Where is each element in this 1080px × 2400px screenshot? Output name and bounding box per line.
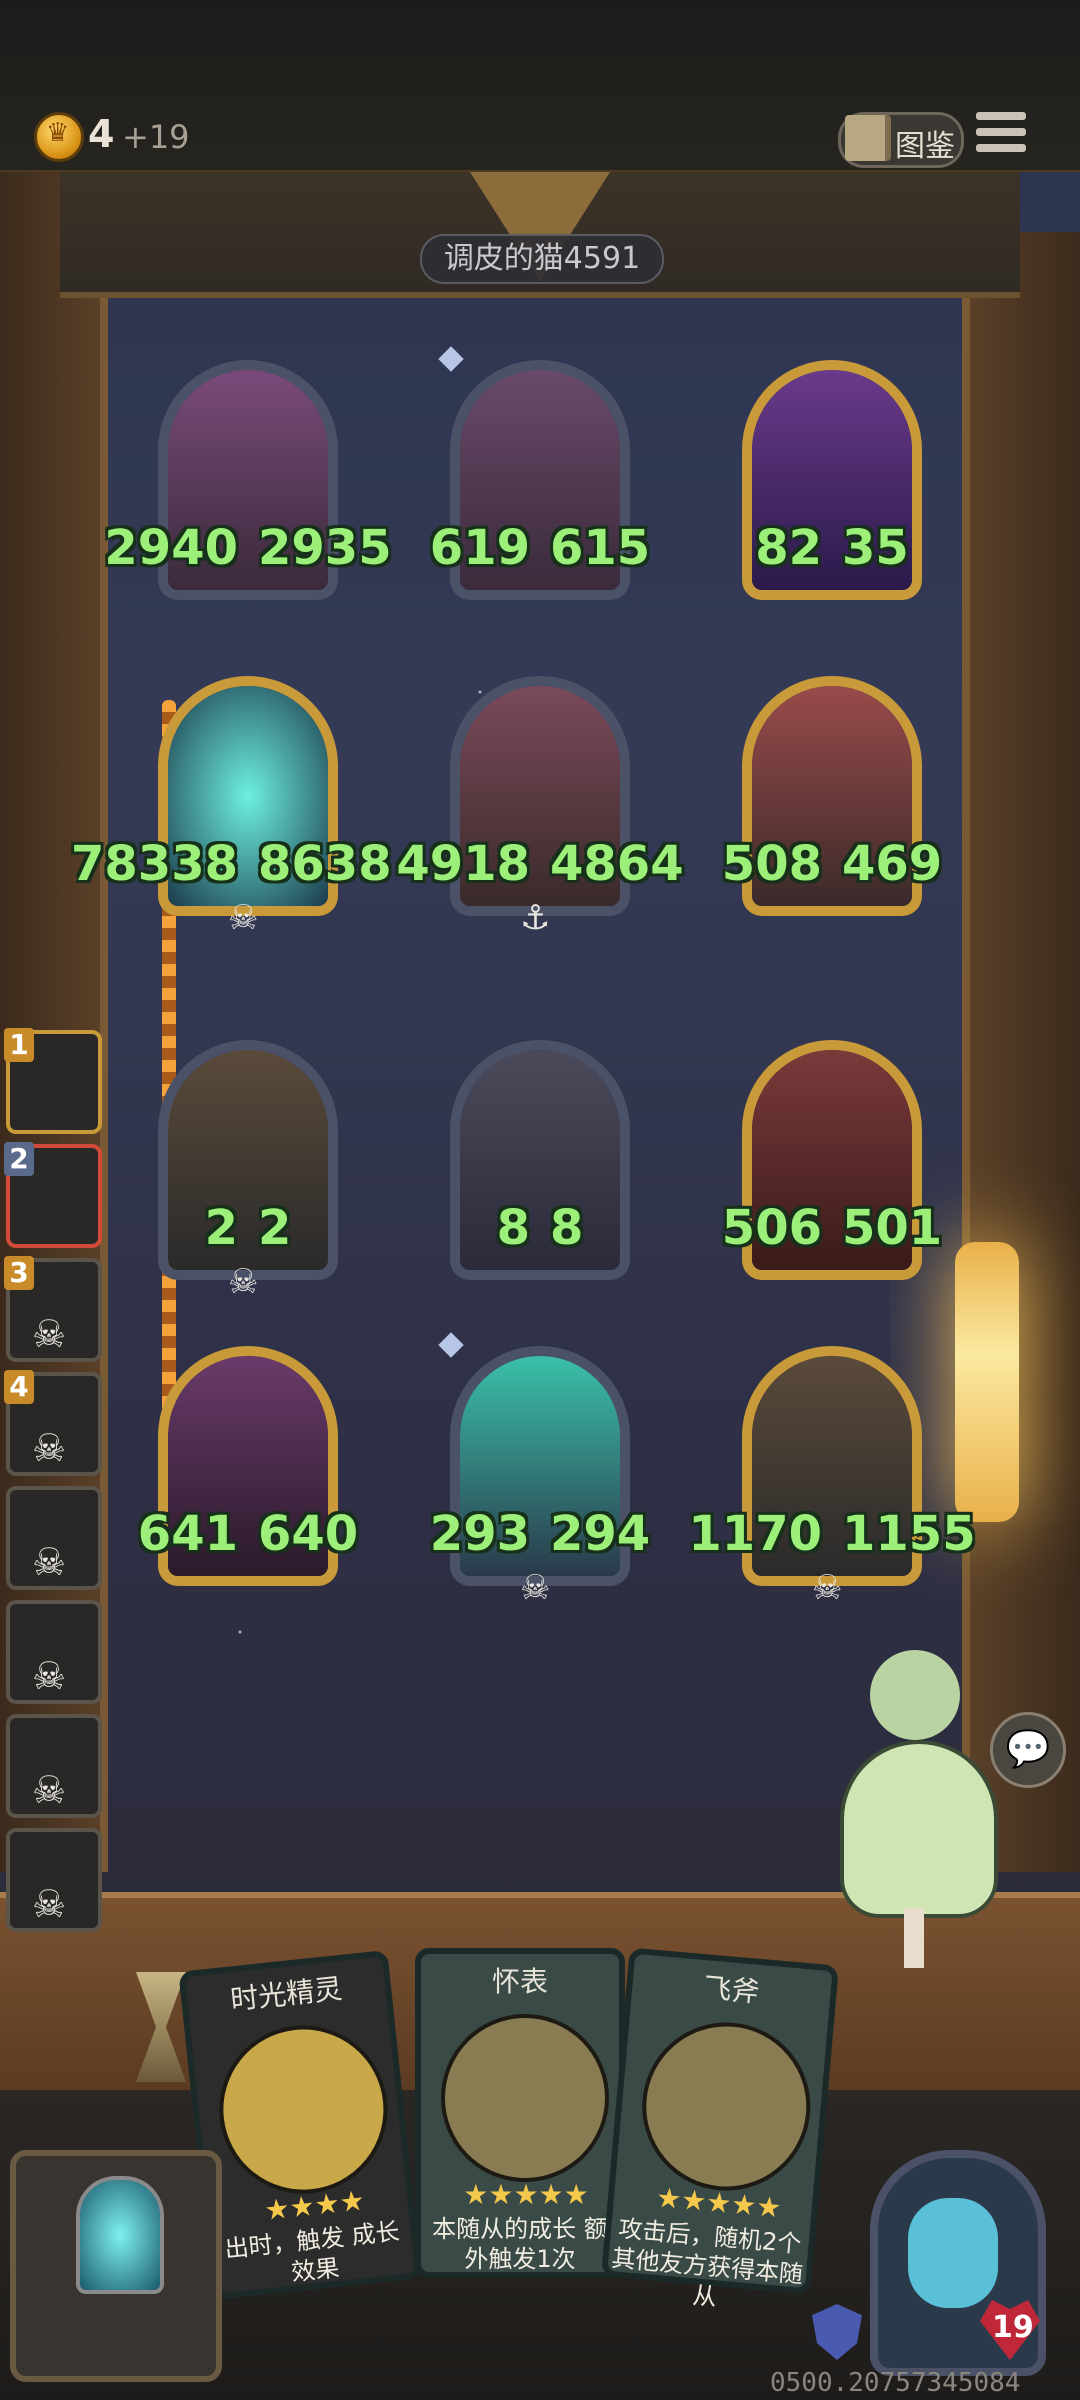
queue-number: 2: [4, 1142, 34, 1176]
unit-card[interactable]: 82 35: [742, 360, 922, 600]
unit-card[interactable]: 506 501: [722, 1040, 942, 1280]
skull-icon: ☠: [228, 1262, 259, 1302]
card-name: 飞斧: [702, 1971, 761, 2009]
skull-icon: ☠: [32, 1426, 67, 1470]
unit-health: 469: [842, 836, 943, 892]
unit-card[interactable]: 78338 8638 ☠: [71, 676, 392, 938]
card-art: [635, 2015, 818, 2198]
anchor-icon: ⚓: [520, 898, 551, 938]
unit-attack: 293: [429, 1506, 530, 1562]
card-name: 怀表: [491, 1965, 548, 1998]
portal-button[interactable]: [10, 2150, 222, 2382]
unit-health: 2935: [258, 520, 392, 576]
portal-icon: [76, 2176, 164, 2294]
unit-card[interactable]: 2 2 ☠: [158, 1040, 338, 1302]
unit-attack: 78338: [71, 836, 238, 892]
queue-slot[interactable]: 2: [4, 1142, 102, 1248]
queue-slot[interactable]: ☠: [6, 1600, 102, 1704]
queue-slot[interactable]: 4 ☠: [4, 1370, 102, 1476]
unit-card[interactable]: 8 8: [450, 1040, 630, 1280]
unit-health: 8638: [258, 836, 392, 892]
card-name: 时光精灵: [228, 1971, 344, 2017]
queue-slot[interactable]: 1: [4, 1028, 102, 1134]
unit-attack: 641: [137, 1506, 238, 1562]
unit-attack: 1170: [688, 1506, 822, 1562]
card-description: 本随从的成长 额外触发1次: [432, 2215, 608, 2273]
queue-slot[interactable]: ☠: [6, 1828, 102, 1932]
unit-card[interactable]: 2940 2935: [104, 360, 392, 600]
skull-icon: ☠: [520, 1568, 551, 1608]
unit-attack: 4918: [396, 836, 530, 892]
attack-queue: 1 2 3 ☠ 4 ☠ ☠ ☠ ☠ ☠: [0, 1028, 110, 1950]
unit-attack: 82: [755, 520, 822, 576]
unit-card[interactable]: 641 640: [138, 1346, 358, 1586]
skull-icon: ☠: [32, 1768, 67, 1812]
hero-avatar: [908, 2198, 998, 2308]
lamp-icon: [955, 1242, 1019, 1522]
queue-slot[interactable]: ☠: [6, 1714, 102, 1818]
hero-character: [820, 1650, 1020, 1970]
unit-health: 615: [550, 520, 651, 576]
skull-icon: ☠: [228, 898, 259, 938]
unit-attack: 619: [429, 520, 530, 576]
queue-slot[interactable]: ☠: [6, 1486, 102, 1590]
player-health: 19: [992, 2310, 1034, 2345]
skull-icon: ☠: [32, 1654, 67, 1698]
queue-slot[interactable]: 3 ☠: [4, 1256, 102, 1362]
queue-number: 1: [4, 1028, 34, 1062]
unit-card[interactable]: 4918 4864 ⚓: [396, 676, 684, 938]
unit-card[interactable]: 293 294 ☠: [430, 1332, 650, 1608]
queue-number: 3: [4, 1256, 34, 1290]
unit-health: 1155: [842, 1506, 976, 1562]
unit-attack: 2940: [104, 520, 238, 576]
unit-health: 4864: [550, 836, 684, 892]
gold-count: 4: [88, 112, 115, 156]
hand-card[interactable]: 飞斧 ★★★★★ 攻击后，随机2个 其他友方获得本随从: [601, 1947, 839, 2311]
unit-health: 2: [258, 1200, 292, 1256]
skull-icon: ☠: [32, 1312, 67, 1356]
gold-coin-icon: [34, 112, 84, 162]
unit-card[interactable]: 1170 1155 ☠: [688, 1346, 976, 1608]
card-art: [211, 2017, 396, 2202]
top-bar: 4 +19 图鉴: [0, 0, 1080, 174]
opponent-name: 调皮的猫4591: [420, 234, 664, 284]
card-description: 攻击后，随机2个 其他友方获得本随从: [610, 2214, 805, 2312]
gold-income: +19: [122, 118, 190, 156]
codex-label: 图鉴: [895, 129, 955, 164]
queue-number: 4: [4, 1370, 34, 1404]
skull-icon: ☠: [32, 1882, 67, 1926]
codex-button[interactable]: 图鉴: [838, 112, 964, 168]
unit-health: 640: [258, 1506, 359, 1562]
skull-icon: ☠: [32, 1540, 67, 1584]
skull-icon: ☠: [812, 1568, 843, 1608]
menu-icon[interactable]: [976, 112, 1026, 160]
right-pillar: [962, 232, 1080, 1872]
unit-card[interactable]: 508 469: [722, 676, 942, 916]
unit-health: 8: [550, 1200, 584, 1256]
star-rating-icon: ★★★★★: [463, 2178, 589, 2211]
unit-health: 501: [842, 1200, 943, 1256]
unit-health: 294: [550, 1506, 651, 1562]
unit-attack: 506: [721, 1200, 822, 1256]
session-id: 0500.20757345084: [770, 2368, 1021, 2398]
card-art: [441, 2014, 609, 2182]
unit-attack: 2: [204, 1200, 238, 1256]
hand-card[interactable]: 怀表 ★★★★★ 本随从的成长 额外触发1次: [415, 1948, 625, 2278]
unit-attack: 508: [721, 836, 822, 892]
unit-attack: 8: [496, 1200, 530, 1256]
unit-health: 35: [842, 520, 909, 576]
unit-card[interactable]: 619 615: [430, 346, 650, 600]
book-icon: [845, 115, 891, 161]
